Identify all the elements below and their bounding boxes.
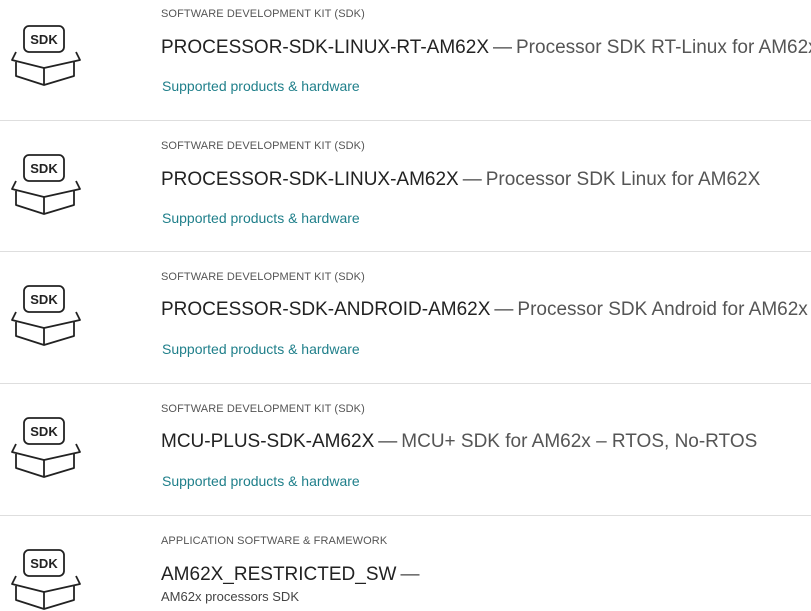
item-title[interactable]: PROCESSOR-SDK-ANDROID-AM62X — Processor SD… (161, 299, 808, 321)
list-item: SDK SOFTWARE DEVELOPMENT KIT (SDK) PROCE… (0, 252, 811, 384)
sdk-box-icon: SDK (8, 284, 84, 348)
item-category: SOFTWARE DEVELOPMENT KIT (SDK) (161, 403, 365, 415)
item-title[interactable]: PROCESSOR-SDK-LINUX-AM62X — Processor SDK … (161, 169, 760, 191)
item-code[interactable]: PROCESSOR-SDK-ANDROID-AM62X (161, 299, 490, 320)
supported-products-link[interactable]: Supported products & hardware (162, 210, 360, 226)
item-title[interactable]: AM62X_RESTRICTED_SW — (161, 564, 423, 586)
item-category: SOFTWARE DEVELOPMENT KIT (SDK) (161, 8, 365, 20)
item-description: Processor SDK RT-Linux for AM62x (516, 37, 811, 58)
item-title[interactable]: MCU-PLUS-SDK-AM62X — MCU+ SDK for AM62x – … (161, 431, 757, 453)
item-category: SOFTWARE DEVELOPMENT KIT (SDK) (161, 140, 365, 152)
svg-text:SDK: SDK (30, 556, 58, 571)
list-item: SDK SOFTWARE DEVELOPMENT KIT (SDK) PROCE… (0, 0, 811, 121)
svg-text:SDK: SDK (30, 292, 58, 307)
list-item: SDK SOFTWARE DEVELOPMENT KIT (SDK) MCU-P… (0, 384, 811, 516)
item-title[interactable]: PROCESSOR-SDK-LINUX-RT-AM62X — Processor S… (161, 37, 811, 59)
item-description: Processor SDK Android for AM62x (517, 299, 808, 320)
svg-text:SDK: SDK (30, 424, 58, 439)
item-code[interactable]: PROCESSOR-SDK-LINUX-AM62X (161, 169, 459, 190)
title-dash: — (493, 37, 512, 58)
list-item: SDK SOFTWARE DEVELOPMENT KIT (SDK) PROCE… (0, 121, 811, 252)
item-category: SOFTWARE DEVELOPMENT KIT (SDK) (161, 271, 365, 283)
sdk-box-icon: SDK (8, 548, 84, 611)
list-item: SDK APPLICATION SOFTWARE & FRAMEWORK AM6… (0, 516, 811, 611)
item-description: AM62x processors SDK (161, 589, 299, 604)
item-code[interactable]: MCU-PLUS-SDK-AM62X (161, 431, 374, 452)
item-code[interactable]: PROCESSOR-SDK-LINUX-RT-AM62X (161, 37, 489, 58)
title-dash: — (378, 431, 398, 452)
sdk-box-icon: SDK (8, 24, 84, 88)
svg-text:SDK: SDK (30, 161, 58, 176)
item-code[interactable]: AM62X_RESTRICTED_SW (161, 564, 396, 585)
item-description: Processor SDK Linux for AM62X (485, 169, 761, 190)
supported-products-link[interactable]: Supported products & hardware (162, 341, 360, 357)
svg-text:SDK: SDK (30, 32, 58, 47)
supported-products-link[interactable]: Supported products & hardware (162, 78, 360, 94)
software-results-list: SDK SOFTWARE DEVELOPMENT KIT (SDK) PROCE… (0, 0, 811, 611)
sdk-box-icon: SDK (8, 153, 84, 217)
title-dash: — (400, 564, 420, 585)
supported-products-link[interactable]: Supported products & hardware (162, 473, 360, 489)
item-category: APPLICATION SOFTWARE & FRAMEWORK (161, 535, 388, 547)
title-dash: — (462, 169, 482, 190)
sdk-box-icon: SDK (8, 416, 84, 480)
title-dash: — (494, 299, 514, 320)
item-description: MCU+ SDK for AM62x – RTOS, No-RTOS (401, 431, 758, 452)
